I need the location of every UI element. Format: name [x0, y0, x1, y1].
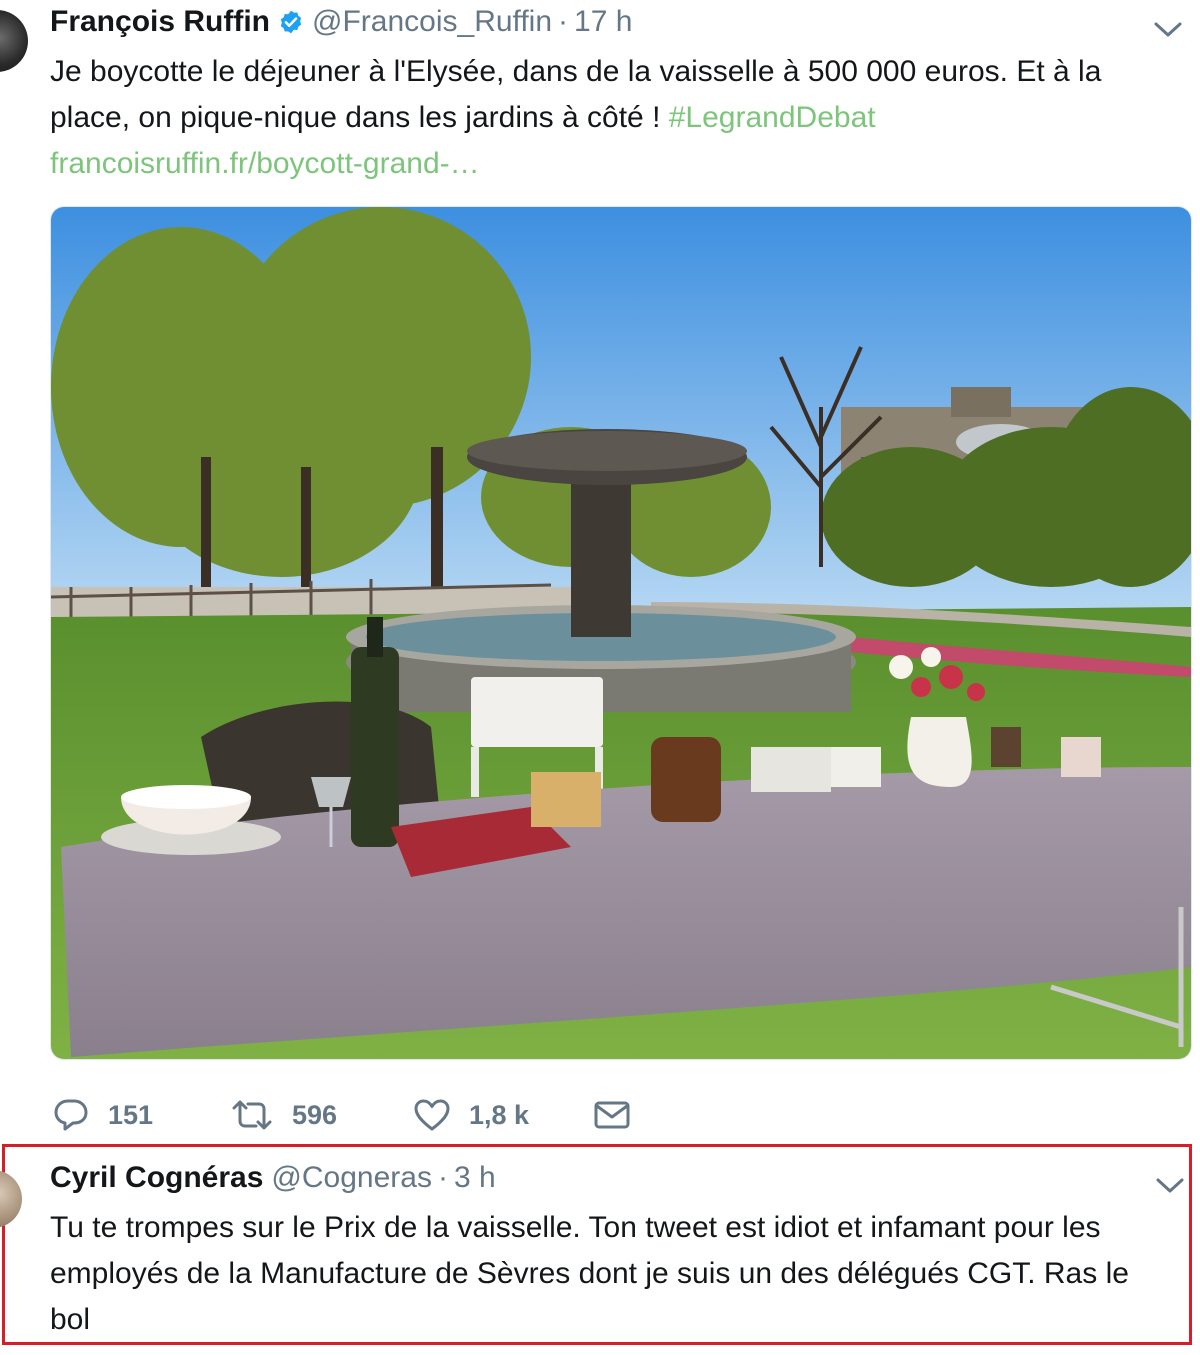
reply-header: Cyril Cognéras @Cogneras · 3 h	[50, 1158, 496, 1198]
tweet-text-body: Je boycotte le déjeuner à l'Elysée, dans…	[50, 55, 1102, 134]
like-button[interactable]: 1,8 k	[413, 1098, 593, 1132]
chevron-down-icon[interactable]	[1152, 20, 1184, 40]
hashtag-link[interactable]: #LegrandDebat	[669, 101, 876, 134]
like-icon	[414, 1099, 450, 1131]
author-handle[interactable]: @Francois_Ruffin	[312, 5, 552, 39]
chevron-down-icon[interactable]	[1154, 1176, 1186, 1196]
tweet-text: Je boycotte le déjeuner à l'Elysée, dans…	[50, 49, 1160, 187]
external-link[interactable]: francoisruffin.fr/boycott-grand-…	[50, 147, 480, 180]
tweet-actions: 151 596 1,8 k	[52, 1093, 631, 1137]
verified-badge-icon	[278, 9, 304, 35]
picnic-photo-illustration	[51, 207, 1191, 1059]
tweet-timestamp[interactable]: 17 h	[574, 5, 632, 39]
retweet-button[interactable]: 596	[230, 1098, 413, 1132]
tweet-header: François Ruffin @Francois_Ruffin · 17 h	[50, 2, 632, 42]
reply-timestamp[interactable]: 3 h	[454, 1161, 496, 1195]
meta-separator: ·	[558, 5, 569, 38]
reply-count: 151	[108, 1099, 154, 1130]
reply-icon	[54, 1099, 88, 1131]
author-name[interactable]: François Ruffin	[50, 5, 270, 39]
reply-button[interactable]: 151	[52, 1097, 230, 1133]
retweet-count: 596	[292, 1099, 338, 1130]
reply-text: Tu te trompes sur le Prix de la vaissell…	[50, 1211, 1129, 1336]
reply-author-handle[interactable]: @Cogneras	[271, 1161, 432, 1195]
retweet-icon	[232, 1100, 272, 1130]
reply-author-name[interactable]: Cyril Cognéras	[50, 1161, 263, 1195]
direct-message-button[interactable]	[593, 1099, 631, 1131]
like-count: 1,8 k	[469, 1099, 530, 1130]
reply-meta-separator: ·	[437, 1161, 448, 1194]
tweet-photo[interactable]	[50, 206, 1192, 1060]
author-avatar[interactable]	[0, 10, 28, 72]
direct-message-icon	[594, 1101, 630, 1129]
